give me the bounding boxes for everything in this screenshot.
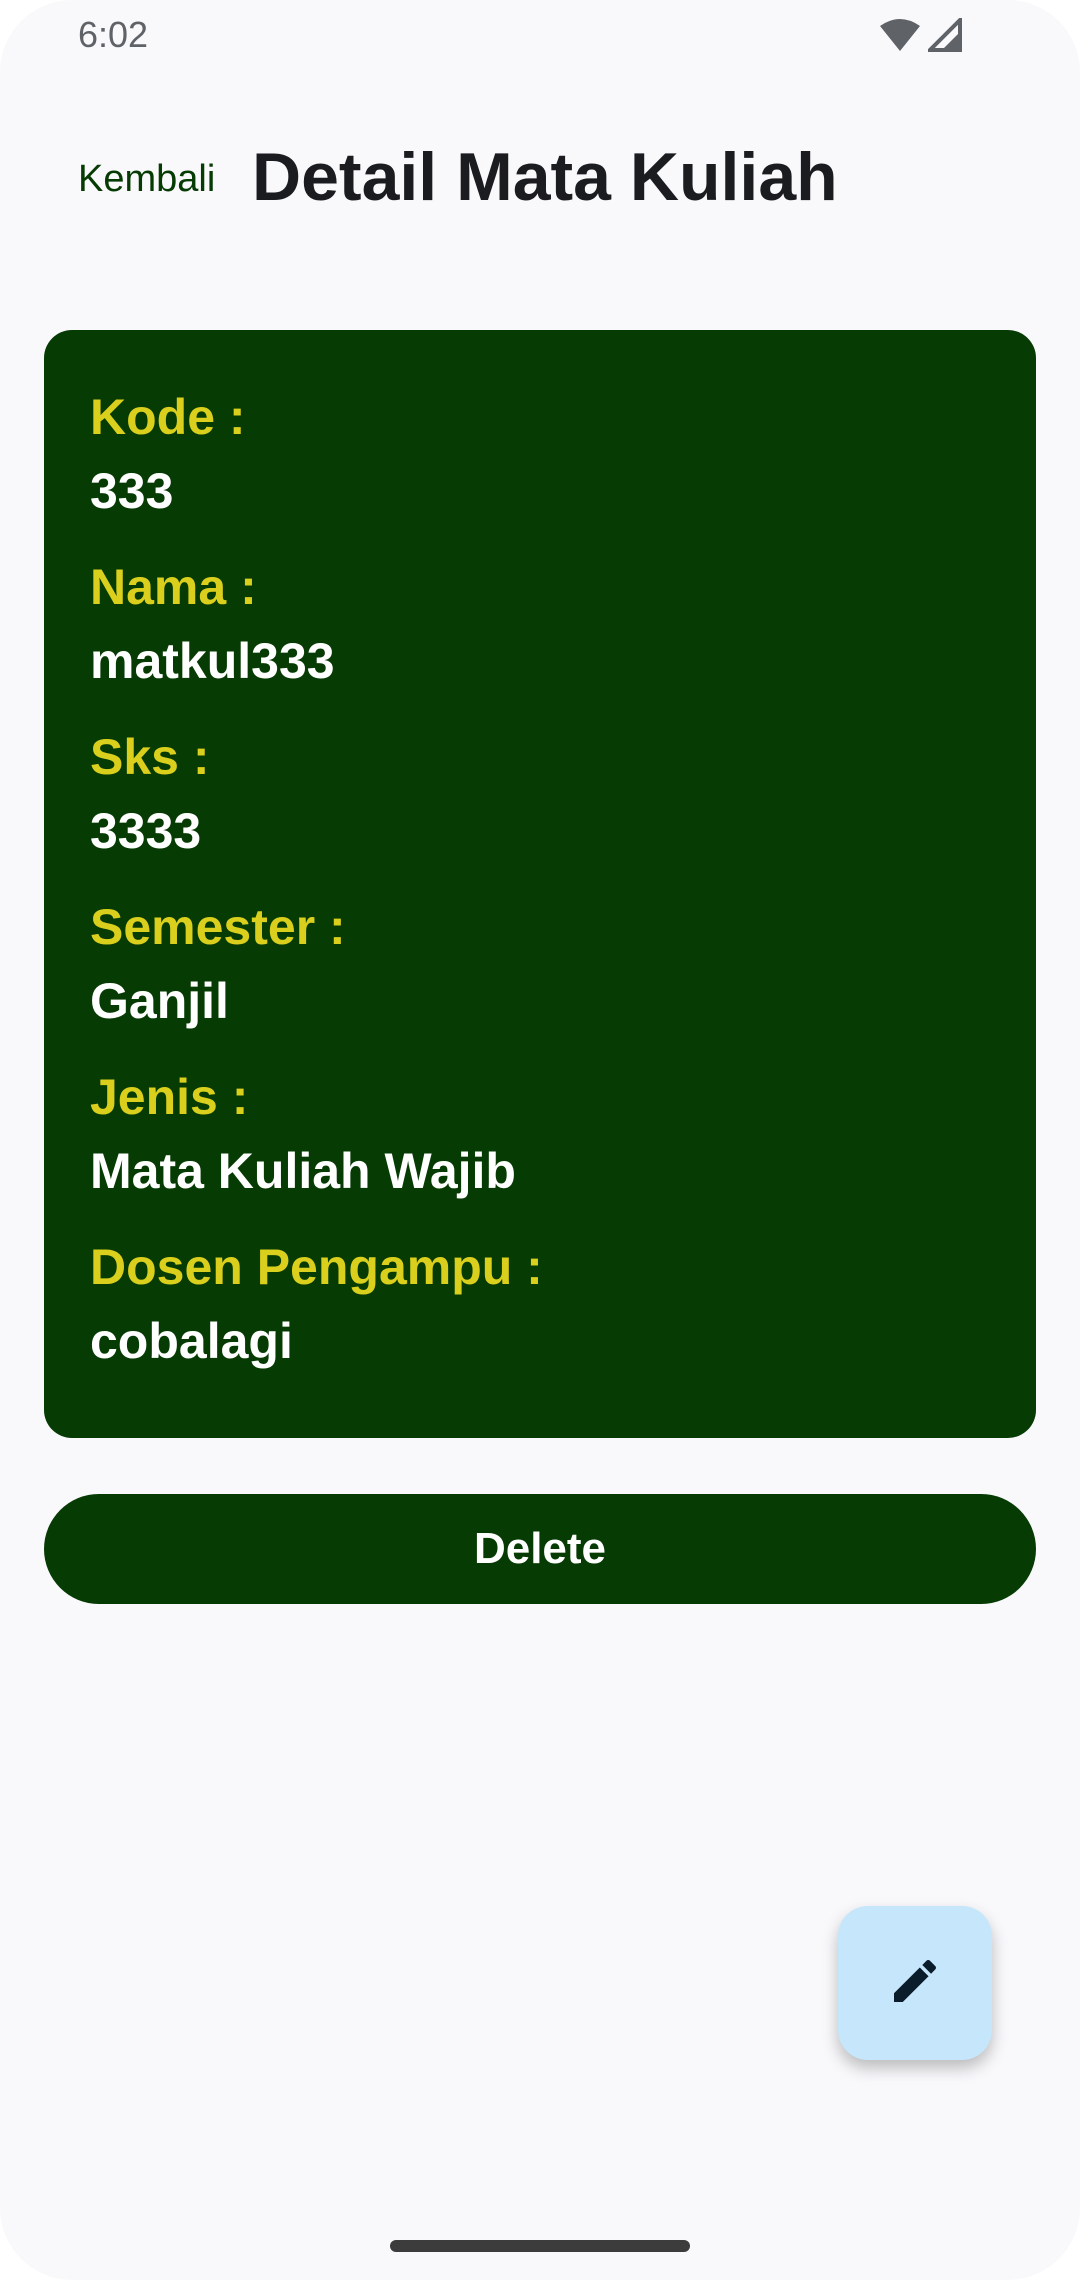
status-time: 6:02 xyxy=(78,14,149,55)
field-value: cobalagi xyxy=(90,1313,293,1369)
field-label: Semester : xyxy=(90,899,346,955)
field-jenis: Jenis : Mata Kuliah Wajib xyxy=(90,1060,516,1208)
field-label: Dosen Pengampu : xyxy=(90,1239,543,1295)
field-label: Sks : xyxy=(90,729,210,785)
status-bar: 6:02 xyxy=(0,0,1080,72)
field-value: 333 xyxy=(90,463,174,519)
field-nama: Nama : matkul333 xyxy=(90,550,335,698)
course-detail-card: Kode : 333 Nama : matkul333 Sks : 3333 S… xyxy=(44,330,1036,1438)
status-icons xyxy=(880,15,962,57)
field-semester: Semester : Ganjil xyxy=(90,890,346,1038)
field-value: Ganjil xyxy=(90,973,229,1029)
top-app-bar: Kembali Detail Mata Kuliah xyxy=(0,120,1080,240)
app-screen: 6:02 Kembali Detail Mata Kuliah Kode : 3… xyxy=(0,0,1080,2280)
wifi-icon xyxy=(880,18,920,57)
field-value: matkul333 xyxy=(90,633,335,689)
field-dosen-pengampu: Dosen Pengampu : cobalagi xyxy=(90,1230,543,1378)
delete-button[interactable]: Delete xyxy=(44,1494,1036,1604)
field-label: Jenis : xyxy=(90,1069,249,1125)
field-value: Mata Kuliah Wajib xyxy=(90,1143,516,1199)
field-label: Nama : xyxy=(90,559,257,615)
field-kode: Kode : 333 xyxy=(90,380,246,528)
field-value: 3333 xyxy=(90,803,202,859)
edit-fab-button[interactable] xyxy=(838,1906,992,2060)
edit-pencil-icon xyxy=(887,1953,943,2014)
gesture-nav-handle[interactable] xyxy=(390,2240,690,2252)
field-sks: Sks : 3333 xyxy=(90,720,210,868)
field-label: Kode : xyxy=(90,389,246,445)
page-title: Detail Mata Kuliah xyxy=(252,139,838,215)
back-button[interactable]: Kembali xyxy=(78,158,215,201)
cellular-signal-icon xyxy=(925,15,962,57)
